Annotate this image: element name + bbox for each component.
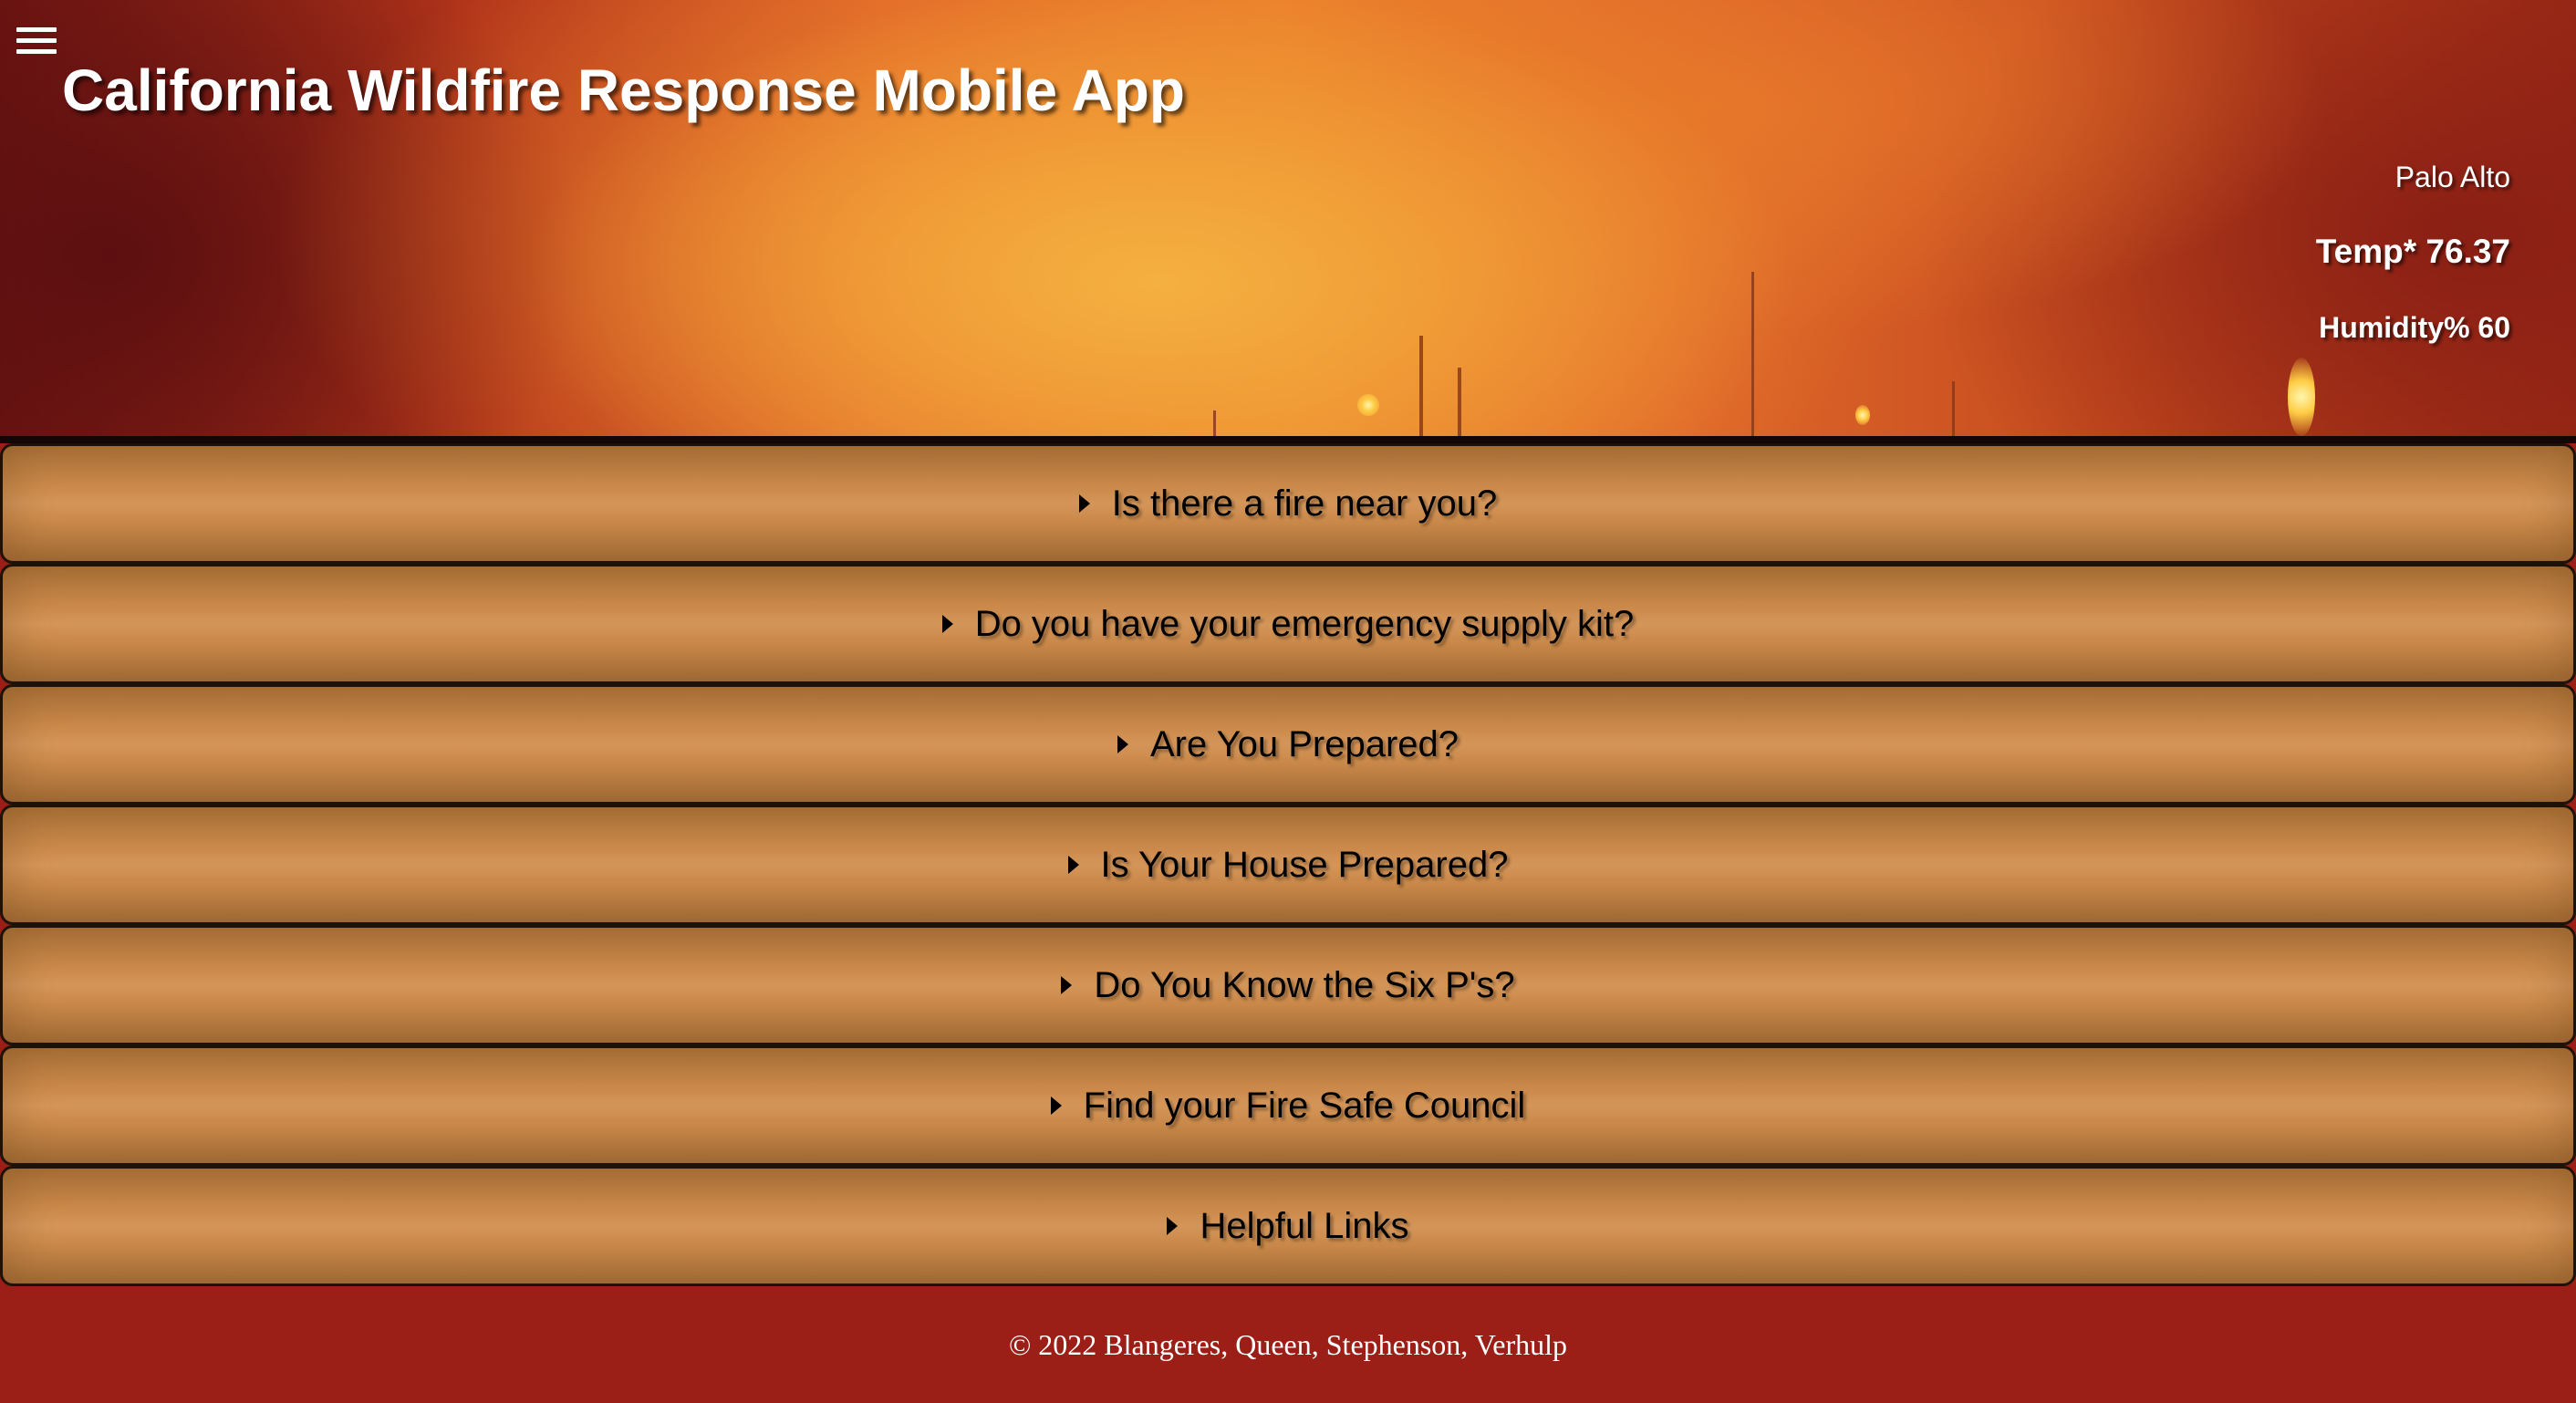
hero-header: California Wildfire Response Mobile App … [0, 0, 2576, 443]
weather-temperature: Temp* 76.37 [2315, 233, 2510, 270]
caret-right-icon [1061, 976, 1073, 994]
weather-city: Palo Alto [2394, 161, 2510, 193]
tower-silhouette [1213, 411, 1216, 436]
tower-silhouette [1458, 368, 1461, 436]
accordion-item-are-you-prepared[interactable]: Are You Prepared? [0, 684, 2576, 805]
tower-silhouette [1751, 272, 1754, 436]
accordion-item-label: Helpful Links [1200, 1205, 1409, 1246]
accordion-item-label: Is Your House Prepared? [1100, 844, 1509, 885]
accordion-item-label: Are You Prepared? [1149, 723, 1459, 764]
app-title: California Wildfire Response Mobile App [62, 57, 1185, 123]
accordion-item-label: Do You Know the Six P's? [1094, 964, 1515, 1005]
caret-right-icon [1167, 1217, 1179, 1235]
page-footer: © 2022 Blangeres, Queen, Stephenson, Ver… [0, 1286, 2576, 1403]
caret-right-icon [1050, 1096, 1062, 1115]
hamburger-menu-icon[interactable] [16, 27, 57, 58]
caret-right-icon [1078, 494, 1090, 513]
accordion-item-six-ps[interactable]: Do You Know the Six P's? [0, 925, 2576, 1045]
accordion-item-emergency-kit[interactable]: Do you have your emergency supply kit? [0, 564, 2576, 684]
accordion-item-label: Is there a fire near you? [1111, 483, 1498, 524]
accordion-item-house-prepared[interactable]: Is Your House Prepared? [0, 805, 2576, 925]
caret-right-icon [1067, 856, 1079, 874]
copyright-text: © 2022 Blangeres, Queen, Stephenson, Ver… [1008, 1327, 1568, 1361]
caret-right-icon [1117, 735, 1128, 753]
weather-humidity: Humidity% 60 [2319, 311, 2510, 344]
flame-glow [1855, 405, 1870, 425]
accordion-item-label: Do you have your emergency supply kit? [974, 603, 1635, 644]
accordion-item-helpful-links[interactable]: Helpful Links [0, 1166, 2576, 1286]
flame-glow [2288, 358, 2315, 436]
tower-silhouette [1419, 336, 1423, 436]
weather-panel: Palo Alto Temp* 76.37 Humidity% 60 [2316, 161, 2510, 345]
caret-right-icon [941, 615, 953, 633]
accordion-item-fire-safe-council[interactable]: Find your Fire Safe Council [0, 1045, 2576, 1166]
flame-glow [1357, 394, 1379, 416]
faq-accordion: Is there a fire near you? Do you have yo… [0, 443, 2576, 1286]
tower-silhouette [1952, 381, 1955, 436]
accordion-item-label: Find your Fire Safe Council [1083, 1085, 1526, 1126]
accordion-item-fire-near-you[interactable]: Is there a fire near you? [0, 443, 2576, 564]
